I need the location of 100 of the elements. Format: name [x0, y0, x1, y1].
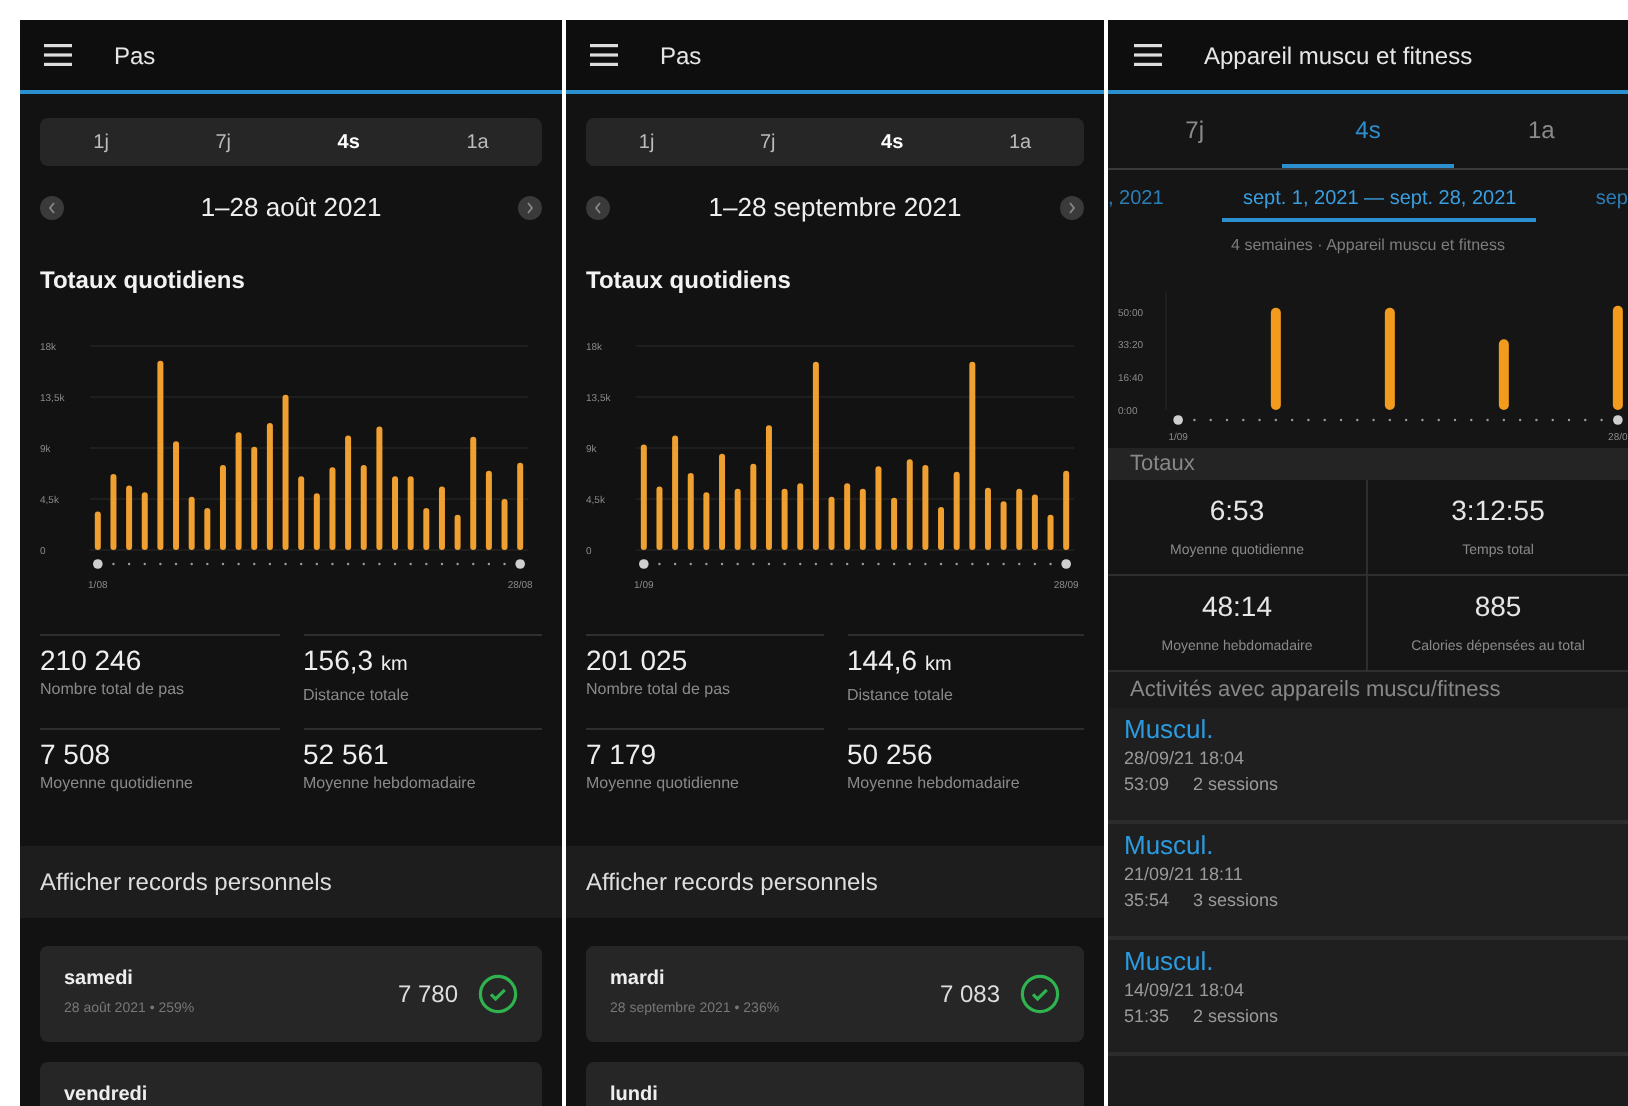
- activity-date: 14/09/21 18:04: [1124, 978, 1247, 1004]
- record-day: mardi: [610, 964, 780, 994]
- date-range-tab[interactable]: sept. 1, 2021 — sept. 28, 2021: [1222, 178, 1537, 222]
- chart-bar: [251, 446, 258, 550]
- stat-label: Nombre total de pas: [586, 678, 733, 702]
- date-range-tab[interactable]: , 2021: [1108, 178, 1164, 222]
- activity-duration: 35:54: [1124, 888, 1170, 914]
- date-range-tab[interactable]: sep: [1595, 178, 1628, 222]
- chart-bar: [204, 508, 211, 550]
- chart-bar: [219, 465, 226, 550]
- previous-button[interactable]: [40, 196, 64, 220]
- stat-value: 201 025: [586, 642, 690, 678]
- chart-bar: [94, 511, 101, 550]
- chart-bar: [423, 508, 430, 550]
- stat-value: 156,3: [303, 644, 374, 676]
- chart-bar: [298, 476, 305, 550]
- chart-bar: [938, 506, 945, 550]
- section-title: Totaux quotidiens: [586, 264, 793, 298]
- range-tab[interactable]: 1a: [466, 127, 489, 157]
- range-tab[interactable]: 1a: [1454, 94, 1628, 168]
- menu-icon[interactable]: [590, 44, 618, 66]
- chart-bar: [376, 426, 383, 550]
- range-tab[interactable]: 4s: [881, 127, 904, 157]
- unit-label: km: [380, 654, 408, 676]
- chart-bar: [1031, 494, 1038, 550]
- chart-bar: [750, 463, 757, 550]
- menu-icon[interactable]: [1134, 44, 1162, 66]
- range-tab[interactable]: 1a: [1008, 127, 1032, 157]
- chart-bar: [906, 459, 913, 550]
- record-card[interactable]: vendredi: [40, 1062, 542, 1106]
- range-tab[interactable]: 4s: [1281, 94, 1455, 168]
- chart-bar: [1063, 470, 1070, 550]
- stat-value: 144,6: [847, 644, 918, 676]
- chart-bar: [266, 423, 273, 550]
- next-button[interactable]: [1059, 196, 1084, 220]
- total-value: 48:14: [1201, 588, 1273, 627]
- screen-title: Pas: [114, 39, 156, 73]
- chevron-left-icon: [48, 202, 56, 214]
- chart-bar: [672, 435, 679, 550]
- chevron-right-icon: [1067, 202, 1076, 214]
- chart-bar: [345, 435, 352, 550]
- chart-bar: [875, 466, 882, 550]
- chart-bar: [1047, 514, 1054, 550]
- activity-name: Muscul.: [1124, 830, 1216, 862]
- chart-bar: [470, 436, 477, 550]
- record-card[interactable]: lundi: [586, 1062, 1084, 1106]
- period-label: 1–28 septembre 2021: [708, 190, 962, 227]
- session-count: 2 sessions: [1193, 772, 1279, 798]
- chart-subtitle: 4 semaines · Appareil muscu et fitness: [1229, 234, 1507, 258]
- stat-value: 50 256: [847, 736, 935, 772]
- screen-title: Appareil muscu et fitness: [1204, 39, 1473, 73]
- check-circle-icon: [478, 974, 518, 1014]
- next-button[interactable]: [518, 196, 542, 220]
- chart-bar: [235, 432, 242, 550]
- range-tab[interactable]: 7j: [759, 127, 776, 157]
- record-value: 7 780: [397, 978, 458, 1012]
- stat-label: Distance totale: [847, 684, 955, 708]
- unit-label: km: [924, 654, 952, 676]
- chart-bar: [1612, 305, 1623, 410]
- chart-bar: [188, 496, 195, 550]
- chart-bar: [719, 453, 726, 550]
- records-link[interactable]: Afficher records personnels: [566, 846, 1104, 918]
- chart-bar: [392, 476, 399, 550]
- chart-bar: [1498, 339, 1509, 410]
- activity-duration: 51:35: [1124, 1004, 1170, 1030]
- session-count: 2 sessions: [1193, 1004, 1279, 1030]
- range-tab[interactable]: 7j: [1108, 94, 1282, 168]
- chart-bar: [501, 499, 508, 550]
- activity-name: Muscul.: [1124, 714, 1216, 746]
- range-tab[interactable]: 4s: [337, 127, 360, 157]
- chart-bar: [1384, 307, 1395, 410]
- chart-bar: [703, 492, 710, 550]
- activity-duration: 53:09: [1124, 772, 1170, 798]
- chart-bar: [781, 488, 788, 550]
- stat-label: Moyenne hebdomadaire: [303, 772, 478, 796]
- chart-bar: [1016, 488, 1023, 550]
- chart-bar: [656, 486, 663, 550]
- stat-value: 7 179: [586, 736, 659, 772]
- menu-icon[interactable]: [44, 44, 72, 66]
- chart-bar: [173, 441, 180, 550]
- stat-label: Moyenne quotidienne: [40, 772, 196, 796]
- records-link[interactable]: Afficher records personnels: [20, 846, 562, 918]
- activity-date: 21/09/21 18:11: [1124, 862, 1245, 888]
- stat-label: Moyenne quotidienne: [586, 772, 742, 796]
- previous-button[interactable]: [586, 196, 610, 220]
- stat-value: 52 561: [303, 736, 391, 772]
- range-tab[interactable]: 1j: [638, 127, 655, 157]
- chart-bar: [859, 488, 866, 550]
- chart-bar: [360, 465, 367, 550]
- range-tab[interactable]: 1j: [93, 127, 109, 157]
- record-day: vendredi: [64, 1080, 148, 1106]
- chart-bar: [126, 485, 133, 550]
- check-circle-icon: [1020, 974, 1060, 1014]
- activity-name: Muscul.: [1124, 946, 1216, 978]
- record-day: lundi: [610, 1080, 658, 1106]
- range-tab[interactable]: 7j: [215, 127, 232, 157]
- chart-bar: [1270, 307, 1281, 410]
- chart-bar: [640, 444, 647, 550]
- section-title: Totaux quotidiens: [40, 264, 247, 298]
- screen-title: Pas: [660, 39, 702, 73]
